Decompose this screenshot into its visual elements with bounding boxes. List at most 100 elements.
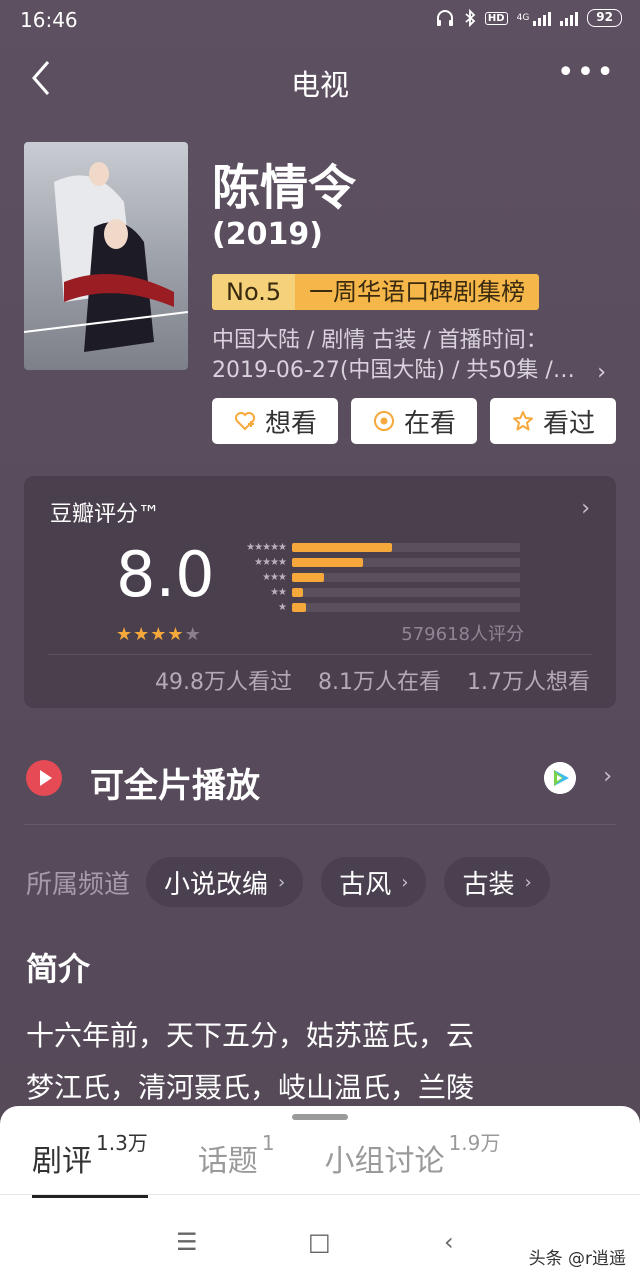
more-icon[interactable]: ••• (557, 58, 616, 88)
tab-group-label: 小组讨论 (324, 1144, 445, 1179)
movie-title: 陈情令 (212, 160, 357, 216)
distribution-row: ★★★★★ (230, 540, 520, 555)
tab-topics[interactable]: 话题1 (197, 1131, 275, 1198)
want-to-watch-button[interactable]: 想看 (212, 398, 338, 444)
channel-chip-label: 古风 (339, 869, 392, 900)
status-time: 16:46 (20, 8, 78, 32)
play-icon (26, 760, 62, 796)
play-label: 可全片播放 (90, 766, 260, 806)
page-title: 电视 (290, 68, 349, 102)
synopsis-text[interactable]: 十六年前，天下五分，姑苏蓝氏，云 梦江氏，清河聂氏，岐山温氏，兰陵 (26, 1010, 586, 1114)
distribution-fill (292, 588, 304, 597)
distribution-row: ★★★★ (230, 555, 520, 570)
rating-distribution: ★★★★★ ★★★★ ★★★ ★★ ★ (230, 540, 520, 615)
distribution-track (292, 558, 520, 567)
headphones-icon (436, 10, 453, 26)
rating-count: 579618人评分 (401, 624, 524, 645)
movie-meta[interactable]: 中国大陆 / 剧情 古装 / 首播时间： 2019-06-27(中国大陆) / … (212, 326, 612, 386)
movie-year: (2019) (212, 217, 323, 252)
channel-chip-label: 小说改编 (164, 869, 269, 900)
bottom-sheet[interactable]: 剧评1.3万 话题1 小组讨论1.9万 (0, 1106, 640, 1202)
rating-star-icon: ★ (167, 624, 185, 645)
watermark: 头条 @r逍遥 (528, 1249, 626, 1269)
distribution-track (292, 588, 520, 597)
nav-bar: 电视 ••• (0, 44, 640, 114)
channel-chip-label: 古装 (462, 869, 515, 900)
target-icon (373, 411, 394, 431)
rating-stars: ★★★★★ (116, 624, 202, 645)
system-nav-bar: ☰ □ ‹ 头条 @r逍遥 (0, 1202, 640, 1280)
distribution-track (292, 603, 520, 612)
synopsis-line-1: 十六年前，天下五分，姑苏蓝氏，云 (26, 1019, 475, 1052)
distribution-track (292, 573, 520, 582)
status-icons: HD 4G 92 (435, 9, 622, 27)
screen: 16:46 HD 4G 92 电视 ••• 陈情令 (2019) No.5 一周… (0, 0, 640, 1280)
divider (0, 1194, 640, 1195)
tab-reviews[interactable]: 剧评1.3万 (32, 1131, 148, 1198)
divider (24, 824, 616, 825)
star-level-icon: ★★ (270, 587, 287, 598)
tencent-video-icon (544, 762, 576, 794)
watching-count: 8.1万人在看 (318, 670, 441, 695)
distribution-track (292, 543, 520, 552)
star-level-icon: ★★★ (262, 572, 287, 583)
rating-label: 豆瓣评分™ (50, 502, 161, 527)
rating-card[interactable]: 豆瓣评分™ › 8.0 ★★★★★ ★★★★★ ★★★★ ★★★ ★★ ★ 579618… (24, 476, 616, 708)
signal-icon-2 (560, 10, 579, 26)
channel-chip[interactable]: 古装 › (444, 857, 550, 907)
watching-button[interactable]: 在看 (351, 398, 477, 444)
distribution-row: ★ (230, 600, 520, 615)
rating-star-icon: ★ (116, 624, 134, 645)
watched-button[interactable]: 看过 (490, 398, 616, 444)
chevron-right-icon: › (603, 764, 612, 789)
drag-handle[interactable] (292, 1114, 348, 1120)
rating-star-icon: ★ (184, 624, 202, 645)
tab-group-discussion[interactable]: 小组讨论1.9万 (324, 1131, 501, 1198)
menu-icon[interactable]: ☰ (176, 1228, 198, 1256)
network-type: 4G (516, 13, 530, 23)
watched-count: 49.8万人看过 (155, 670, 292, 695)
distribution-fill (292, 603, 306, 612)
star-level-icon: ★★★★★ (246, 542, 287, 553)
divider (48, 654, 592, 655)
hd-icon: HD (484, 11, 508, 25)
status-bar: 16:46 HD 4G 92 (0, 0, 640, 40)
rating-star-icon: ★ (133, 624, 151, 645)
meta-line-2: 2019-06-27(中国大陆) / 共50集 /… (212, 358, 575, 383)
distribution-row: ★★ (230, 585, 520, 600)
rank-number: No.5 (212, 274, 296, 310)
heart-plus-icon (234, 412, 255, 431)
play-row[interactable]: 可全片播放 › (24, 748, 616, 810)
chevron-right-icon: › (524, 871, 532, 893)
watching-label: 在看 (403, 408, 456, 439)
distribution-fill (292, 558, 363, 567)
channel-row: 所属频道 小说改编 › 古风 › 古装 › (26, 856, 568, 908)
home-square-icon[interactable]: □ (308, 1228, 331, 1256)
want-count: 1.7万人想看 (467, 670, 590, 695)
tab-group-count: 1.9万 (448, 1131, 501, 1155)
distribution-fill (292, 573, 324, 582)
meta-line-1: 中国大陆 / 剧情 古装 / 首播时间： (212, 328, 548, 353)
tab-reviews-label: 剧评 (32, 1144, 92, 1179)
tab-topics-count: 1 (261, 1131, 275, 1155)
tab-reviews-count: 1.3万 (96, 1131, 148, 1155)
star-outline-icon (512, 411, 533, 431)
battery-icon: 92 (587, 9, 622, 27)
tab-topics-label: 话题 (197, 1144, 258, 1179)
poster-image[interactable] (24, 142, 188, 370)
want-to-watch-label: 想看 (264, 408, 317, 439)
watched-label: 看过 (542, 408, 595, 439)
signal-icon (533, 10, 552, 26)
back-icon[interactable]: ‹ (444, 1228, 454, 1256)
chevron-right-icon: › (401, 871, 409, 893)
channel-chip[interactable]: 小说改编 › (146, 857, 304, 907)
chevron-right-icon: › (278, 871, 286, 893)
distribution-fill (292, 543, 393, 552)
chevron-right-icon: › (581, 496, 590, 521)
distribution-row: ★★★ (230, 570, 520, 585)
channel-chip[interactable]: 古风 › (321, 857, 427, 907)
chevron-right-icon: › (597, 360, 606, 385)
rank-list-name: 一周华语口碑剧集榜 (295, 274, 540, 310)
rank-badge[interactable]: No.5 一周华语口碑剧集榜 (212, 274, 540, 310)
rating-star-icon: ★ (150, 624, 168, 645)
